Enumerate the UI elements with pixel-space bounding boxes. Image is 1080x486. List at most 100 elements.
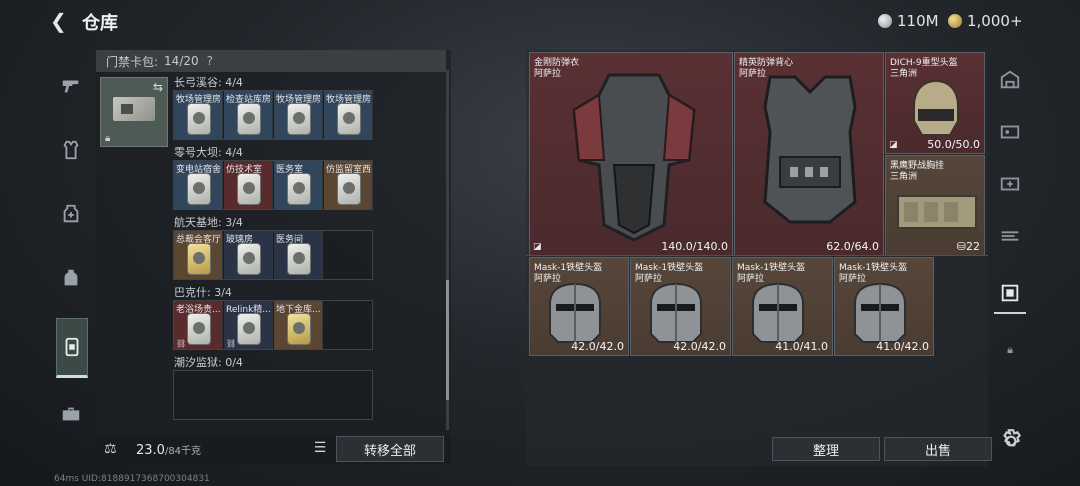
keycard-slot[interactable]: 医务间 xyxy=(274,231,323,279)
medkit-icon xyxy=(63,204,79,223)
storage-item[interactable]: Mask-1铁壁头盔 阿萨拉 41.0/42.0 xyxy=(834,257,934,356)
weight-icon: ⚖ xyxy=(104,441,117,457)
keycard-slot[interactable]: 仿监留室西 xyxy=(324,161,373,209)
group-label: 航天基地: 3/4 xyxy=(174,216,243,229)
storage-tab-2[interactable] xyxy=(994,112,1026,152)
group-label: 长弓溪谷: 4/4 xyxy=(174,76,243,89)
rail-tab-backpack[interactable] xyxy=(52,248,90,308)
armor-vest-icon xyxy=(763,75,857,224)
lock-icon: 🔒︎ xyxy=(1007,343,1013,356)
keycard-panel: 门禁卡包: 14/20 ? ⇆ 🔒︎ 长弓溪谷: 4/4 牧场管理房 检查站库房… xyxy=(96,50,451,436)
storage-tab-4[interactable] xyxy=(994,216,1026,256)
back-arrow-icon[interactable]: ❮ xyxy=(50,10,72,32)
keycard-slot[interactable]: 总裁会客厅 xyxy=(174,231,223,279)
storage-tab-3[interactable] xyxy=(994,164,1026,204)
carry-weight-value: 23.0 xyxy=(136,443,165,458)
swap-icon[interactable]: ⇆ xyxy=(153,80,163,94)
keycard-slot[interactable]: 牧场管理房 xyxy=(174,91,223,139)
storage-tab-5[interactable] xyxy=(994,274,1026,314)
keycard-slot[interactable]: 变电站宿舍 xyxy=(174,161,223,209)
storage-item[interactable]: 精英防弹背心 阿萨拉 62.0/64.0 xyxy=(734,52,884,256)
weapon-rack-icon xyxy=(1001,231,1019,241)
keycard-icon xyxy=(338,174,360,204)
scroll-thumb[interactable] xyxy=(446,280,449,400)
grid-divider xyxy=(526,255,988,256)
body-armor-icon xyxy=(572,73,696,242)
gear-icon[interactable] xyxy=(998,428,1024,454)
storage-item[interactable]: Mask-1铁壁头盔 阿萨拉 41.0/41.0 xyxy=(732,257,833,356)
item-durability: ⛁22 xyxy=(957,240,980,253)
rail-tab-weapons[interactable] xyxy=(52,56,90,116)
keycard-slot[interactable]: Relink精... ⛓ xyxy=(224,301,273,349)
armor-stand-icon xyxy=(1001,284,1019,302)
id-card-icon xyxy=(1000,125,1020,139)
mask-helmet-icon xyxy=(549,282,601,343)
keycard-icon xyxy=(188,244,210,274)
rail-tab-armor[interactable] xyxy=(52,120,90,180)
storage-tab-locked[interactable]: 🔒︎ xyxy=(994,330,1026,370)
keycard-icon xyxy=(188,104,210,134)
keycard-slot[interactable]: 仿技术室 xyxy=(224,161,273,209)
item-durability: 62.0/64.0 xyxy=(826,240,879,253)
keycard-group: 变电站宿舍 仿技术室 医务室 仿监留室西 xyxy=(173,160,373,210)
storage-item[interactable]: 黑鹰野战胸挂 三角洲 ⛁22 xyxy=(885,155,985,256)
status-line: 64ms UID:8188917368700304831 xyxy=(54,474,210,484)
help-icon[interactable]: ? xyxy=(207,54,213,68)
storage-item[interactable]: Mask-1铁壁头盔 阿萨拉 42.0/42.0 xyxy=(529,257,629,356)
armor-vest-icon xyxy=(63,140,79,160)
keycard-slot[interactable]: 医务室 xyxy=(274,161,323,209)
keycard-footer: ⚖ 23.0/84千克 ☰ 转移全部 xyxy=(96,436,451,464)
keycard-icon xyxy=(288,314,310,344)
toolbox-icon xyxy=(62,407,80,421)
backpack-icon xyxy=(64,269,78,286)
item-durability: 140.0/140.0 xyxy=(661,240,728,253)
group-label: 巴克什: 3/4 xyxy=(174,286,232,299)
currency-gold-value: 1,000+ xyxy=(967,12,1023,30)
link-icon: ◪ xyxy=(889,140,898,150)
item-origin: 三角洲 xyxy=(890,172,918,182)
item-durability: 41.0/41.0 xyxy=(775,340,828,353)
storage-item[interactable]: 金刚防弹衣 阿萨拉 ◪ 140.0/140.0 xyxy=(529,52,733,256)
item-origin: 阿萨拉 xyxy=(534,69,562,79)
keycard-icon xyxy=(188,314,210,344)
keycard-case-count: 14/20 xyxy=(164,54,199,68)
keycard-slot[interactable]: 牧场管理房 xyxy=(274,91,323,139)
mask-helmet-icon xyxy=(650,282,702,343)
keycard-icon xyxy=(288,174,310,204)
category-rail xyxy=(52,48,92,468)
keycard-icon xyxy=(238,244,260,274)
keycard-scrollbar[interactable] xyxy=(446,70,449,430)
currency-silver-value: 110M xyxy=(897,12,939,30)
keycard-group: 老浴场贵... ⛓ Relink精... ⛓ 地下金库... xyxy=(173,300,373,350)
storage-tab-vault[interactable] xyxy=(994,60,1026,100)
currency-gold[interactable]: 1,000+ xyxy=(948,11,1023,31)
chest-rig-icon xyxy=(897,195,977,229)
rail-tab-keycards[interactable] xyxy=(56,318,88,378)
carry-weight-max: /84千克 xyxy=(164,446,202,457)
list-view-icon[interactable]: ☰ xyxy=(310,440,330,460)
keycard-icon xyxy=(238,174,260,204)
rail-tab-tools[interactable] xyxy=(52,384,90,444)
keycard-slot[interactable]: 老浴场贵... ⛓ xyxy=(174,301,223,349)
sort-button[interactable]: 整理 xyxy=(772,437,880,461)
keycard-icon xyxy=(238,104,260,134)
add-storage-icon xyxy=(1000,177,1020,191)
bind-lock-icon: ⛓ xyxy=(226,339,237,348)
keycard-icon xyxy=(288,244,310,274)
currency-silver[interactable]: 110M xyxy=(878,11,939,31)
keycard-slot[interactable]: 地下金库... xyxy=(274,301,323,349)
lock-icon: 🔒︎ xyxy=(105,133,111,144)
keycard-icon xyxy=(238,314,260,344)
item-capacity: 22 xyxy=(966,240,980,253)
storage-item[interactable]: DICH-9重型头盔 三角洲 ◪ 50.0/50.0 xyxy=(885,52,985,154)
transfer-all-button[interactable]: 转移全部 xyxy=(336,436,444,462)
keycard-slot[interactable]: 玻璃房 xyxy=(224,231,273,279)
equipped-keycard-case[interactable]: ⇆ 🔒︎ xyxy=(100,77,168,147)
storage-tabs-rail: 🔒︎ xyxy=(992,52,1028,464)
sell-button[interactable]: 出售 xyxy=(884,437,992,461)
storage-item[interactable]: Mask-1铁壁头盔 阿萨拉 42.0/42.0 xyxy=(630,257,731,356)
keycard-slot[interactable]: 牧场管理房 xyxy=(324,91,373,139)
item-durability: 42.0/42.0 xyxy=(673,340,726,353)
rail-tab-medical[interactable] xyxy=(52,184,90,244)
keycard-slot[interactable]: 检查站库房 xyxy=(224,91,273,139)
